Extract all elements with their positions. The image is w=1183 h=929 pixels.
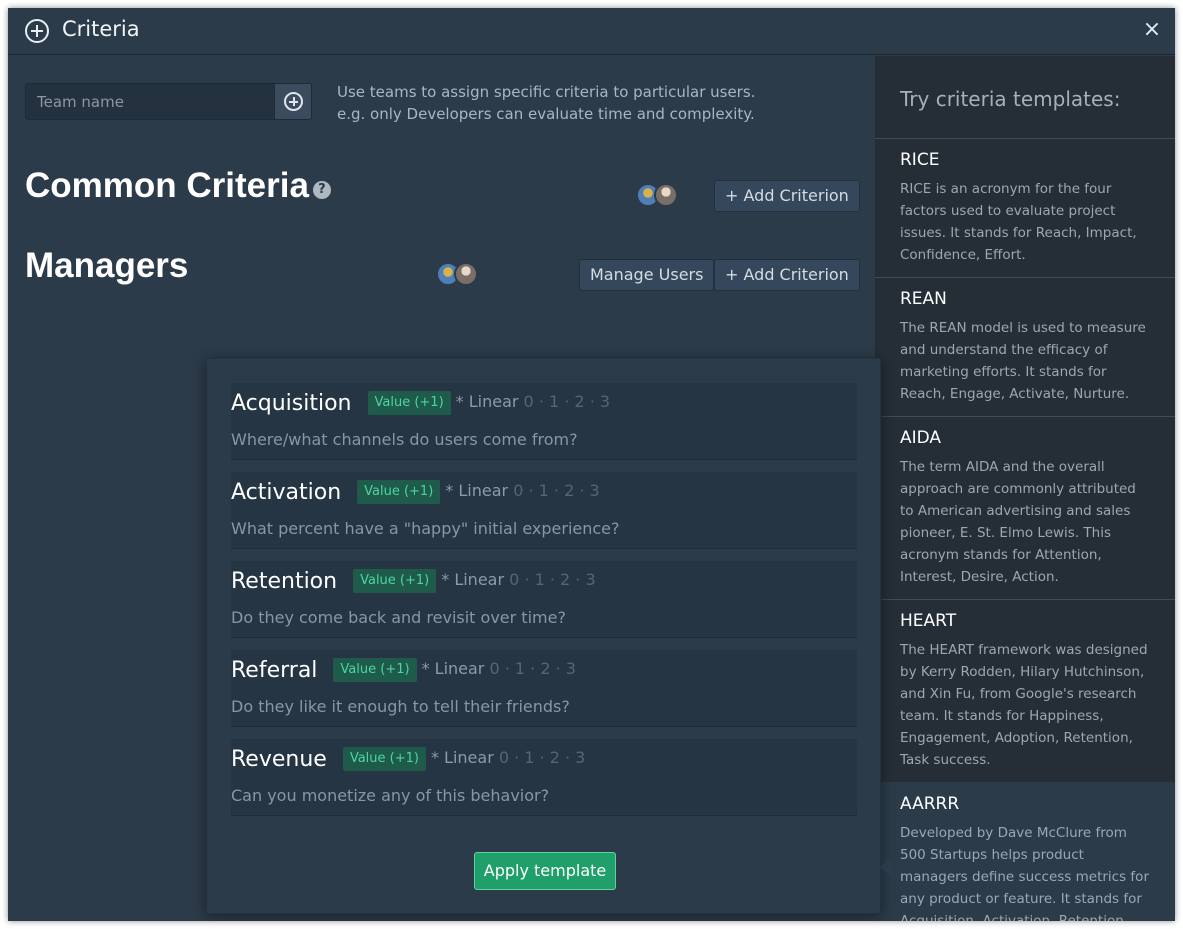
template-name: AARRR [900,794,960,814]
managers-heading: Managers [25,246,189,285]
criterion-scale-label: * Linear [445,481,509,500]
criterion-scale-label: * Linear [455,392,519,411]
criterion-scale-values: 0 · 1 · 2 · 3 [523,392,611,411]
criterion-description: Do they like it enough to tell their fri… [231,697,570,716]
team-hint-line: e.g. only Developers can evaluate time a… [337,105,755,123]
criterion-scale-values: 0 · 1 · 2 · 3 [498,748,586,767]
close-button[interactable]: × [1141,17,1163,43]
template-description: RICE is an acronym for the four factors … [900,181,1137,263]
team-name-input[interactable] [26,84,274,119]
criterion-scale: * Linear 0 · 1 · 2 · 3 [456,392,610,411]
criterion-scale-values: 0 · 1 · 2 · 3 [509,570,596,589]
criterion-title: Referral [231,658,318,683]
criterion-scale-label: * Linear [430,748,494,767]
manage-users-button[interactable]: Manage Users [579,259,715,291]
criterion-scale-label: * Linear [441,570,505,589]
template-item-aida[interactable]: AIDA The term AIDA and the overall appro… [875,416,1175,599]
template-item-heart[interactable]: HEART The HEART framework was designed b… [875,599,1175,782]
criterion-title-row: Acquisition Value (+1) * Linear 0 · 1 · 2 … [231,391,610,416]
criterion-badge: Value (+1) [333,658,417,682]
criterion-card: Revenue Value (+1) * Linear 0 · 1 · 2 · 3 … [231,739,857,816]
criterion-description: Where/what channels do users come from? [231,430,578,449]
criterion-title-row: Revenue Value (+1) * Linear 0 · 1 · 2 · 3 [231,747,585,772]
plus-circle-icon [25,19,49,43]
add-team-button[interactable] [274,83,312,120]
template-description: The REAN model is used to measure and un… [900,320,1146,402]
common-criteria-avatars[interactable] [636,183,686,209]
criterion-title: Retention [231,569,338,594]
template-description: The term AIDA and the overall approach a… [900,459,1136,585]
template-item-rice[interactable]: RICE RICE is an acronym for the four fac… [875,138,1175,277]
avatar [454,262,478,286]
avatar [654,183,678,207]
common-add-criterion-button[interactable]: + Add Criterion [714,180,860,212]
criterion-scale-values: 0 · 1 · 2 · 3 [513,481,600,500]
criterion-scale-values: 0 · 1 · 2 · 3 [489,659,576,678]
criterion-title-row: Activation Value (+1) * Linear 0 · 1 · 2 ·… [231,480,600,505]
criteria-dialog: Criteria × Use teams to assign specific … [8,8,1175,921]
criterion-description: Do they come back and revisit over time? [231,608,566,627]
template-name: AIDA [900,428,942,448]
template-name: HEART [900,611,957,631]
criterion-scale: * Linear 0 · 1 · 2 · 3 [445,481,599,500]
criterion-scale: * Linear 0 · 1 · 2 · 3 [422,659,576,678]
criterion-description: Can you monetize any of this behavior? [231,786,550,805]
criterion-badge: Value (+1) [353,569,437,593]
dialog-title: Criteria [62,17,140,41]
help-icon[interactable]: ? [312,181,331,199]
criterion-card: Activation Value (+1) * Linear 0 · 1 · 2 ·… [231,472,857,549]
common-criteria-title: Common Criteria [25,166,309,205]
managers-add-criterion-button[interactable]: + Add Criterion [714,259,860,291]
template-description: Developed by Dave McClure from 500 Start… [900,825,1149,921]
criterion-title: Acquisition [231,391,352,416]
criterion-scale: * Linear 0 · 1 · 2 · 3 [431,748,585,767]
template-preview-popover: Acquisition Value (+1) * Linear 0 · 1 · 2 … [206,358,881,914]
criterion-badge: Value (+1) [342,747,426,771]
plus-circle-icon [284,92,303,111]
criterion-description: What percent have a "happy" initial expe… [231,519,620,538]
criterion-title: Activation [231,480,342,505]
criterion-badge: Value (+1) [367,391,451,415]
criterion-card: Acquisition Value (+1) * Linear 0 · 1 · 2 … [231,383,857,460]
criterion-title-row: Retention Value (+1) * Linear 0 · 1 · 2 · … [231,569,596,594]
team-hint: Use teams to assign specific criteria to… [337,81,755,125]
apply-template-button[interactable]: Apply template [474,852,616,890]
template-name: RICE [900,150,940,170]
dialog-titlebar: Criteria × [8,8,1175,55]
team-hint-line: Use teams to assign specific criteria to… [337,83,756,101]
criterion-scale: * Linear 0 · 1 · 2 · 3 [441,570,595,589]
criterion-card: Retention Value (+1) * Linear 0 · 1 · 2 · … [231,561,857,638]
criterion-title-row: Referral Value (+1) * Linear 0 · 1 · 2 · 3 [231,658,576,683]
criterion-card: Referral Value (+1) * Linear 0 · 1 · 2 · 3… [231,650,857,727]
common-criteria-heading: Common Criteria? [25,166,331,206]
template-name: REAN [900,289,947,309]
template-item-aarrr[interactable]: AARRR Developed by Dave McClure from 500… [875,782,1175,921]
managers-avatars[interactable] [436,262,486,288]
template-description: The HEART framework was designed by Kerr… [900,642,1148,768]
templates-sidebar: Try criteria templates: RICE RICE is an … [875,56,1175,921]
criterion-badge: Value (+1) [357,480,441,504]
criterion-title: Revenue [231,747,327,772]
criterion-scale-label: * Linear [421,659,485,678]
templates-header: Try criteria templates: [900,87,1121,111]
popover-arrow [880,856,892,878]
template-item-rean[interactable]: REAN The REAN model is used to measure a… [875,277,1175,416]
team-name-field-wrapper [25,83,275,120]
